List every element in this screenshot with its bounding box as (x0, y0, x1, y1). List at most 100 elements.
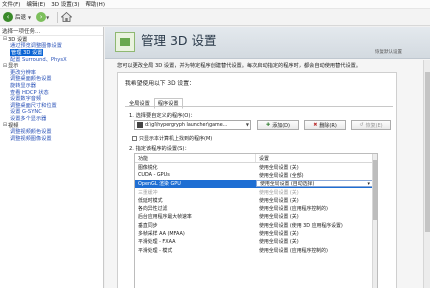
tab-divider (125, 106, 393, 107)
setting-cell: 使用全局设置 (关) (256, 230, 377, 237)
column-feature: 功能 (135, 154, 256, 162)
tab-global-settings[interactable]: 全局设置 (125, 98, 154, 109)
setting-cell: 使用全局设置 (应用程序控制的) (256, 205, 377, 212)
table-row[interactable]: CUDA - GPUs 使用全局设置 (全部) (135, 171, 377, 179)
menu-bar: 文件(F) 编辑(E) 3D 设置(3) 帮助(H) (0, 0, 430, 9)
feature-cell: 平滑处理 - 模式 (138, 247, 173, 254)
program-settings-label: 2. 指定该程序的设置(S)： (129, 146, 190, 152)
setting-cell: 使用全局设置 (全部) (256, 172, 377, 179)
program-icon (137, 122, 143, 128)
table-row[interactable]: 各向异性过滤 使用全局设置 (应用程序控制的) (135, 204, 377, 212)
table-row[interactable]: 垂直同步 使用全局设置 (使用 3D 应用程序设置) (135, 221, 377, 229)
feature-cell: 图像锐化 (138, 164, 158, 171)
sidebar-item[interactable]: 调整视频图像设置 (0, 135, 103, 142)
restore-icon: ↺ (359, 122, 364, 128)
nvidia-3d-settings-icon (115, 32, 135, 52)
back-arrow-icon: ‹ (3, 12, 13, 22)
back-button[interactable]: ‹ 后退 ▼ (3, 11, 33, 23)
setting-value: 使用全局设置 (应用程序控制的) (259, 206, 328, 213)
setting-cell: 使用全局设置 (关) (256, 189, 377, 196)
table-scrollbar-thumb[interactable] (373, 160, 377, 220)
feature-cell: 三重缓冲 (138, 189, 158, 196)
table-row[interactable]: 平滑处理 - 模式 使用全局设置 (应用程序控制的) (135, 246, 377, 254)
remove-button-label: 删除(R) (319, 122, 337, 129)
table-body: 图像锐化 使用全局设置 (关) CUDA - GPUs 使用全局设置 (全部) Open… (135, 163, 377, 254)
menu-edit[interactable]: 编辑(E) (26, 0, 45, 8)
restore-defaults-link[interactable]: 恢复默认设置 (375, 49, 402, 55)
feature-cell: 后台应用程序最大帧速率 (138, 214, 192, 221)
chevron-down-icon: ▼ (245, 122, 249, 127)
page-header: 管理 3D 设置 恢复默认设置 (105, 27, 430, 59)
toolbar: ‹ 后退 ▼ › ▼ (0, 9, 430, 26)
setting-cell: 使用全局设置 (使用 3D 应用程序设置) (256, 222, 377, 229)
feature-cell: 各向异性过滤 (138, 206, 168, 213)
toolbar-divider (57, 11, 59, 23)
setting-value: 使用全局设置 (使用 3D 应用程序设置) (259, 222, 343, 229)
setting-value: 使用全局设置 (关) (259, 189, 299, 196)
table-scrollbar[interactable] (372, 154, 377, 288)
page-description: 您可以更改全局 3D 设置，并为特定程序创建替代设置。每次启动指定的程序时，都会… (117, 63, 362, 69)
remove-icon: ✖ (313, 122, 318, 128)
back-dropdown-icon[interactable]: ▼ (28, 15, 31, 20)
table-row[interactable]: 图像锐化 使用全局设置 (关) (135, 163, 377, 171)
setting-value: 使用全局设置 (关) (259, 197, 299, 204)
select-program-label: 1. 选择要自定义的程序(O)： (129, 113, 196, 119)
setting-cell: 使用全局设置 (关) (256, 164, 377, 171)
tree-item-label: 配置 Surround、PhysX (10, 56, 67, 63)
feature-cell: CUDA - GPUs (138, 172, 170, 179)
table-row[interactable]: 多帧采样 AA (MFAA) 使用全局设置 (关) (135, 229, 377, 237)
setting-cell: 使用全局设置 (应用程序控制的) (256, 247, 377, 254)
table-header: 功能 设置 (135, 154, 377, 163)
home-icon (61, 12, 73, 22)
setting-value: 使用全局设置 (全部) (259, 172, 304, 179)
checkbox-box[interactable] (132, 136, 137, 141)
table-row[interactable]: 平滑处理 - FXAA 使用全局设置 (关) (135, 238, 377, 246)
show-local-programs-checkbox[interactable]: 只显示本计算机上找到的程序(M) (132, 135, 212, 142)
restore-button-label: 恢复(E) (365, 122, 383, 129)
feature-cell: 低延时模式 (138, 197, 163, 204)
setting-dropdown[interactable]: 使用全局设置 (自动选择) ▾ (256, 180, 373, 188)
setting-cell: 使用全局设置 (关) (256, 213, 377, 220)
settings-tabs: 全局设置 程序设置 (125, 98, 183, 109)
forward-dropdown-icon[interactable]: ▼ (46, 15, 49, 20)
add-button[interactable]: ✚ 添加(D) (257, 120, 299, 130)
table-row[interactable]: 后台应用程序最大帧速率 使用全局设置 (关) (135, 213, 377, 221)
settings-panel: 我希望使用以下 3D 设置： 全局设置 程序设置 1. 选择要自定义的程序(O)… (117, 72, 397, 288)
setting-cell: 使用全局设置 (关) (256, 197, 377, 204)
menu-3d-settings[interactable]: 3D 设置(3) (51, 0, 79, 8)
tab-program-settings[interactable]: 程序设置 (153, 98, 183, 109)
panel-heading: 我希望使用以下 3D 设置： (125, 81, 195, 87)
task-tree: ⊟ 3D 设置 通过预览调整图像设置 管理 3D 设置 配置 Surround、Phys… (0, 36, 103, 142)
feature-cell: 平滑处理 - FXAA (138, 239, 176, 246)
feature-settings-table: 功能 设置 图像锐化 使用全局设置 (关) CUDA - GPUs 使用全局设置 (全… (134, 153, 378, 288)
feature-cell: 多帧采样 AA (MFAA) (138, 231, 185, 238)
remove-button[interactable]: ✖ 删除(R) (304, 120, 346, 130)
checkbox-label: 只显示本计算机上找到的程序(M) (139, 136, 213, 142)
feature-cell: OpenGL 渲染 GPU (138, 181, 181, 188)
program-value: d:\gl\hypergryph launcher\game... (145, 122, 228, 128)
back-label: 后退 (15, 15, 27, 21)
home-button[interactable] (61, 11, 73, 23)
forward-arrow-icon: › (36, 12, 47, 22)
column-setting: 设置 (259, 155, 270, 162)
menu-file[interactable]: 文件(F) (2, 0, 20, 8)
add-icon: ✚ (266, 122, 271, 128)
table-row[interactable]: 三重缓冲 使用全局设置 (关) (135, 188, 377, 196)
program-select[interactable]: d:\gl\hypergryph launcher\game... ▼ (134, 120, 251, 130)
forward-button[interactable]: › ▼ (36, 11, 51, 23)
setting-value: 使用全局设置 (关) (259, 239, 299, 246)
table-row[interactable]: OpenGL 渲染 GPU 使用全局设置 (自动选择) ▾ (135, 179, 377, 188)
setting-value: 使用全局设置 (自动选择) (260, 181, 315, 188)
content-scrollbar[interactable] (423, 60, 430, 288)
menu-help[interactable]: 帮助(H) (86, 0, 105, 8)
feature-cell: 垂直同步 (138, 222, 158, 229)
setting-value: 使用全局设置 (关) (259, 231, 299, 238)
table-row[interactable]: 低延时模式 使用全局设置 (关) (135, 196, 377, 204)
restore-button[interactable]: ↺ 恢复(E) (351, 120, 391, 130)
setting-value: 使用全局设置 (应用程序控制的) (259, 247, 328, 254)
task-sidebar: 选择一项任务... ⊟ 3D 设置 通过预览调整图像设置 管理 3D 设置 配置 Sur… (0, 27, 104, 288)
content-scrollbar-thumb[interactable] (425, 72, 430, 232)
main-content: 管理 3D 设置 恢复默认设置 您可以更改全局 3D 设置，并为特定程序创建替代… (105, 27, 430, 288)
setting-cell: 使用全局设置 (关) (256, 238, 377, 245)
setting-value: 使用全局设置 (关) (259, 164, 299, 171)
